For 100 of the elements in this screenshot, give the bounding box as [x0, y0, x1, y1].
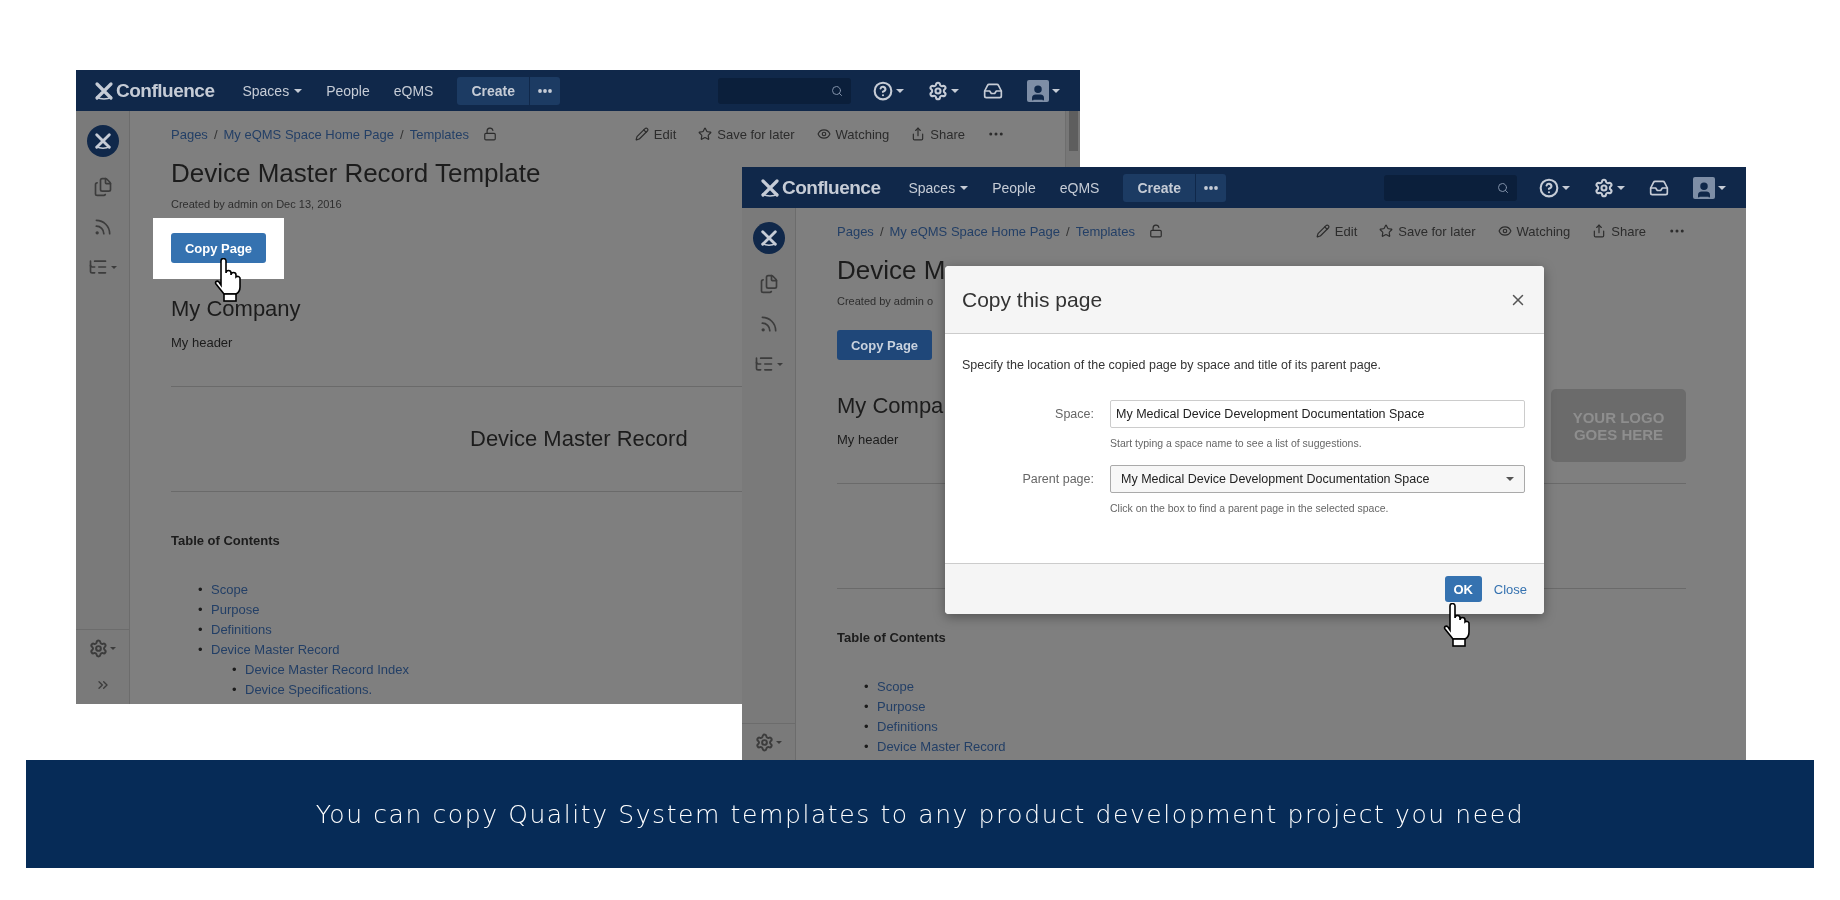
- field-label: Space:: [1054, 407, 1094, 421]
- create-button[interactable]: Create: [457, 76, 530, 105]
- toc-link[interactable]: Scope: [211, 582, 248, 597]
- header-text: My header: [837, 431, 900, 449]
- breadcrumb-link[interactable]: Pages: [837, 223, 874, 239]
- page-action[interactable]: Share: [1592, 223, 1646, 239]
- bullet: •: [864, 738, 870, 756]
- caret-icon: [960, 185, 969, 190]
- page-action[interactable]: Watching: [816, 126, 890, 142]
- bullet: •: [198, 581, 204, 599]
- field-label: Parent page:: [1021, 472, 1094, 486]
- pages-icon[interactable]: [758, 274, 779, 294]
- app-logo[interactable]: Confluence: [94, 79, 215, 102]
- toc-link[interactable]: Scope: [877, 679, 914, 694]
- create-button[interactable]: Create: [1123, 173, 1196, 202]
- page-action[interactable]: Edit: [1315, 223, 1358, 239]
- pencil-icon: [634, 127, 649, 141]
- space-logo-icon[interactable]: [86, 125, 119, 157]
- share-icon: [1592, 224, 1607, 238]
- bullet: •: [198, 601, 204, 619]
- toc-link[interactable]: Device Master Record Index: [245, 662, 409, 677]
- search-icon: [1497, 181, 1509, 194]
- breadcrumb-link[interactable]: My eQMS Space Home Page: [889, 223, 1061, 239]
- dialog-title: Copy this page: [962, 287, 1103, 312]
- breadcrumb-separator: /: [1066, 223, 1070, 239]
- bullet: •: [864, 698, 870, 716]
- nav-menu-item[interactable]: People: [980, 167, 1048, 208]
- pages-icon[interactable]: [92, 177, 113, 197]
- user-menu[interactable]: [1693, 176, 1726, 199]
- settings-menu[interactable]: [1594, 177, 1625, 198]
- breadcrumb-link[interactable]: Templates: [1075, 223, 1135, 239]
- tree-icon[interactable]: [754, 354, 783, 374]
- eye-icon: [1497, 224, 1512, 238]
- copy-page-button[interactable]: Copy Page: [837, 330, 932, 360]
- avatar-icon: [1693, 176, 1715, 199]
- toc-link[interactable]: Purpose: [877, 699, 926, 714]
- toc-link[interactable]: Device Master Record: [877, 739, 1006, 754]
- bullet: •: [198, 641, 204, 659]
- breadcrumb-separator: /: [400, 126, 404, 142]
- star-icon: [698, 127, 713, 141]
- toc-link[interactable]: Purpose: [211, 602, 260, 617]
- nav-menu-item[interactable]: People: [314, 70, 382, 111]
- company-heading: My Company: [171, 296, 301, 322]
- settings-menu[interactable]: [928, 80, 959, 101]
- pencil-icon: [1315, 224, 1330, 238]
- page-byline: Created by admin o: [837, 294, 933, 309]
- search-icon: [831, 84, 843, 97]
- dots-icon: [1204, 185, 1219, 190]
- unlock-icon[interactable]: [1148, 224, 1163, 238]
- record-heading: Device Master Record: [470, 426, 688, 452]
- toc-title: Table of Contents: [837, 629, 947, 647]
- bullet: •: [198, 621, 204, 639]
- field-hint: Click on the box to find a parent page in the selected space.: [1110, 501, 1390, 515]
- space-logo-icon[interactable]: [752, 222, 785, 254]
- parent-page-select[interactable]: My Medical Device Development Documentation Space: [1110, 465, 1525, 493]
- copy-page-button[interactable]: Copy Page: [171, 233, 266, 263]
- field-hint: Start typing a space name to see a list of suggestions.: [1110, 436, 1363, 450]
- breadcrumb-separator: /: [879, 223, 884, 239]
- space-field[interactable]: My Medical Device Development Documentation Space: [1110, 400, 1525, 428]
- nav-menu-item[interactable]: Spaces: [896, 167, 981, 208]
- page-action[interactable]: Save for later: [698, 126, 795, 142]
- dialog-description: Specify the location of the copied page by space and title of its parent page.: [962, 357, 1383, 373]
- breadcrumb-separator: /: [213, 126, 218, 142]
- company-heading: My Compa: [837, 393, 944, 419]
- toc-link[interactable]: Device Specifications.: [245, 682, 373, 697]
- toc-link[interactable]: Definitions: [211, 622, 272, 637]
- breadcrumb-link[interactable]: Templates: [409, 126, 469, 142]
- nav-menu-item[interactable]: eQMS: [1047, 167, 1112, 208]
- bullet: •: [232, 661, 238, 679]
- nav-menu-item[interactable]: Spaces: [230, 70, 315, 111]
- more-button[interactable]: [1196, 173, 1227, 202]
- avatar-icon: [1027, 79, 1049, 102]
- page-action[interactable]: Share: [911, 126, 965, 142]
- ok-button[interactable]: OK: [1444, 576, 1482, 602]
- page-title: Device M: [837, 255, 946, 285]
- user-menu[interactable]: [1027, 79, 1060, 102]
- close-link[interactable]: Close: [1493, 581, 1527, 597]
- tree-icon[interactable]: [88, 257, 117, 277]
- search-field[interactable]: [1384, 174, 1517, 201]
- help-menu[interactable]: [873, 80, 904, 101]
- page-action[interactable]: Save for later: [1379, 223, 1476, 239]
- unlock-icon[interactable]: [482, 127, 497, 141]
- help-menu[interactable]: [1539, 177, 1570, 198]
- breadcrumb-link[interactable]: My eQMS Space Home Page: [223, 126, 395, 142]
- more-button[interactable]: [530, 76, 561, 105]
- breadcrumb-link[interactable]: Pages: [171, 126, 208, 142]
- toc-link[interactable]: Device Master Record: [211, 642, 340, 657]
- search-field[interactable]: [718, 77, 851, 104]
- bullet: •: [232, 681, 238, 699]
- header-text: My header: [171, 334, 234, 352]
- bullet: •: [864, 678, 870, 696]
- eye-icon: [816, 127, 831, 141]
- page-action[interactable]: Edit: [634, 126, 677, 142]
- page-action[interactable]: Watching: [1497, 223, 1571, 239]
- caption-text: You can copy Quality System templates to any product development project you need: [315, 799, 1525, 829]
- page-title: Device Master Record Template: [171, 158, 541, 188]
- app-logo[interactable]: Confluence: [760, 176, 881, 199]
- dots-icon: [538, 88, 553, 93]
- toc-link[interactable]: Definitions: [877, 719, 938, 734]
- nav-menu-item[interactable]: eQMS: [381, 70, 446, 111]
